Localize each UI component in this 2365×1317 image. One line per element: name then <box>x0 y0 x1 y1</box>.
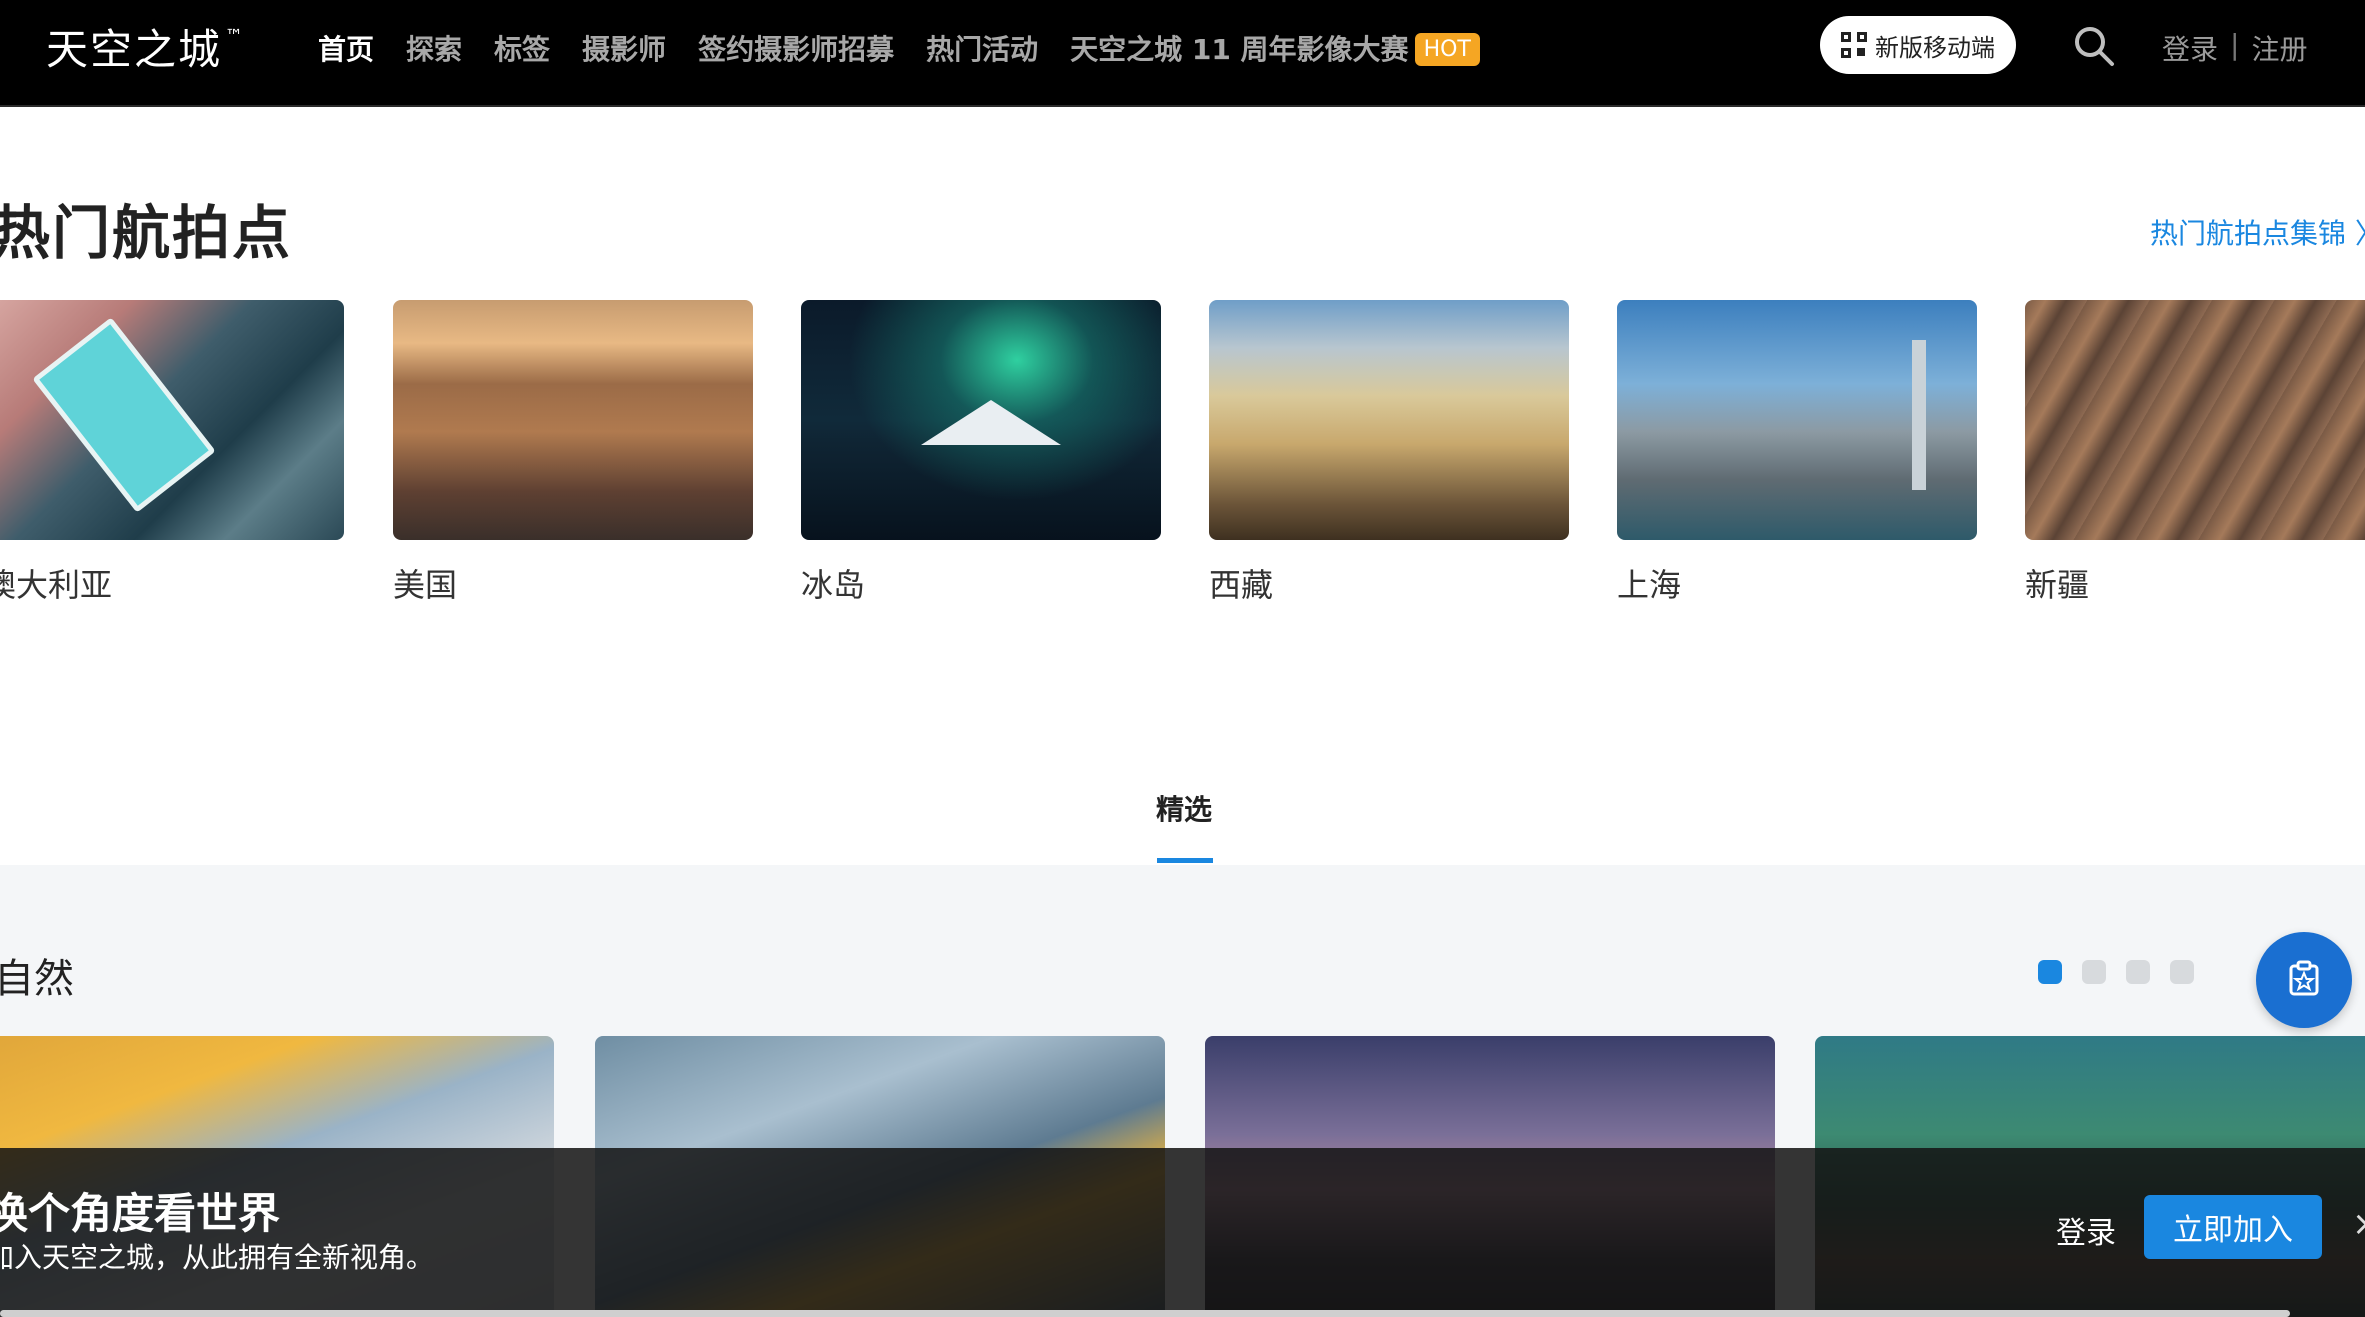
carousel-dot[interactable] <box>2038 960 2062 984</box>
hot-spots-row: 澳大利亚 美国 冰岛 西藏 上海 新疆 <box>0 300 2365 620</box>
register-link[interactable]: 注册 <box>2251 28 2307 68</box>
join-promo-banner: 换个角度看世界 加入天空之城，从此拥有全新视角。 登录 立即加入 × <box>0 1148 2365 1317</box>
spot-card-xinjiang[interactable]: 新疆 <box>2025 300 2365 606</box>
spot-card-australia[interactable]: 澳大利亚 <box>0 300 344 606</box>
auth-separator: | <box>2230 28 2240 61</box>
carousel-pagination <box>2038 960 2194 984</box>
login-link[interactable]: 登录 <box>2162 28 2218 68</box>
carousel-dot[interactable] <box>2082 960 2106 984</box>
spot-image[interactable] <box>0 300 344 540</box>
spot-label: 新疆 <box>2025 566 2090 604</box>
brand-name: 天空之城 <box>46 25 223 74</box>
spot-label: 上海 <box>1617 566 1682 604</box>
qr-code-icon <box>1841 32 1867 58</box>
spot-image[interactable] <box>801 300 1161 540</box>
nav-item-tags[interactable]: 标签 <box>494 28 550 68</box>
spot-label: 澳大利亚 <box>0 566 113 604</box>
brand-logo[interactable]: 天空之城 ™ <box>46 16 245 77</box>
promo-title: 换个角度看世界 <box>0 1189 281 1238</box>
nav-item-explore[interactable]: 探索 <box>406 28 462 68</box>
nav-item-signed-recruit[interactable]: 签约摄影师招募 <box>698 28 894 68</box>
nav-item-anniversary-label: 天空之城 11 周年影像大赛 <box>1070 33 1409 66</box>
tab-featured[interactable]: 精选 <box>1156 788 1212 828</box>
hot-badge: HOT <box>1414 33 1480 66</box>
hot-spots-title: 热门航拍点 <box>0 199 293 267</box>
search-icon[interactable] <box>2072 24 2116 68</box>
spot-image[interactable] <box>1617 300 1977 540</box>
carousel-dot[interactable] <box>2170 960 2194 984</box>
mobile-version-label: 新版移动端 <box>1875 33 1995 62</box>
nav-item-hot-events[interactable]: 热门活动 <box>926 28 1038 68</box>
nav-item-photographers[interactable]: 摄影师 <box>582 28 666 68</box>
horizontal-scrollbar[interactable] <box>0 1310 2290 1317</box>
brand-trademark: ™ <box>225 26 246 47</box>
spot-label: 美国 <box>393 566 458 604</box>
spot-card-tibet[interactable]: 西藏 <box>1209 300 1569 606</box>
hot-spots-collection-link[interactable]: 热门航拍点集锦 〉 <box>2150 212 2365 252</box>
spot-image[interactable] <box>2025 300 2365 540</box>
promo-login-button[interactable]: 登录 <box>2056 1208 2116 1252</box>
spot-label: 西藏 <box>1209 566 1274 604</box>
promo-join-button[interactable]: 立即加入 <box>2144 1195 2322 1259</box>
spot-card-iceland[interactable]: 冰岛 <box>801 300 1161 606</box>
spot-image[interactable] <box>393 300 753 540</box>
spot-label: 冰岛 <box>801 566 866 604</box>
mobile-version-button[interactable]: 新版移动端 <box>1820 16 2016 74</box>
floating-favorites-button[interactable] <box>2256 932 2352 1028</box>
nature-section-title: 自然 <box>0 956 74 1002</box>
nav-item-home[interactable]: 首页 <box>318 28 374 68</box>
tab-active-indicator <box>1157 858 1213 863</box>
spot-card-shanghai[interactable]: 上海 <box>1617 300 1977 606</box>
spot-card-usa[interactable]: 美国 <box>393 300 753 606</box>
spot-image[interactable] <box>1209 300 1569 540</box>
carousel-dot[interactable] <box>2126 960 2150 984</box>
auth-links: 登录 | 注册 <box>2162 28 2307 68</box>
close-icon[interactable]: × <box>2352 1204 2365 1244</box>
clipboard-star-icon <box>2284 958 2324 1002</box>
main-nav: 首页 探索 标签 摄影师 签约摄影师招募 热门活动 天空之城 11 周年影像大赛… <box>318 28 1480 68</box>
top-nav-bar: 天空之城 ™ 首页 探索 标签 摄影师 签约摄影师招募 热门活动 天空之城 11 … <box>0 0 2365 107</box>
nav-item-anniversary-contest[interactable]: 天空之城 11 周年影像大赛 HOT <box>1070 28 1480 68</box>
promo-subtitle: 加入天空之城，从此拥有全新视角。 <box>0 1241 435 1274</box>
